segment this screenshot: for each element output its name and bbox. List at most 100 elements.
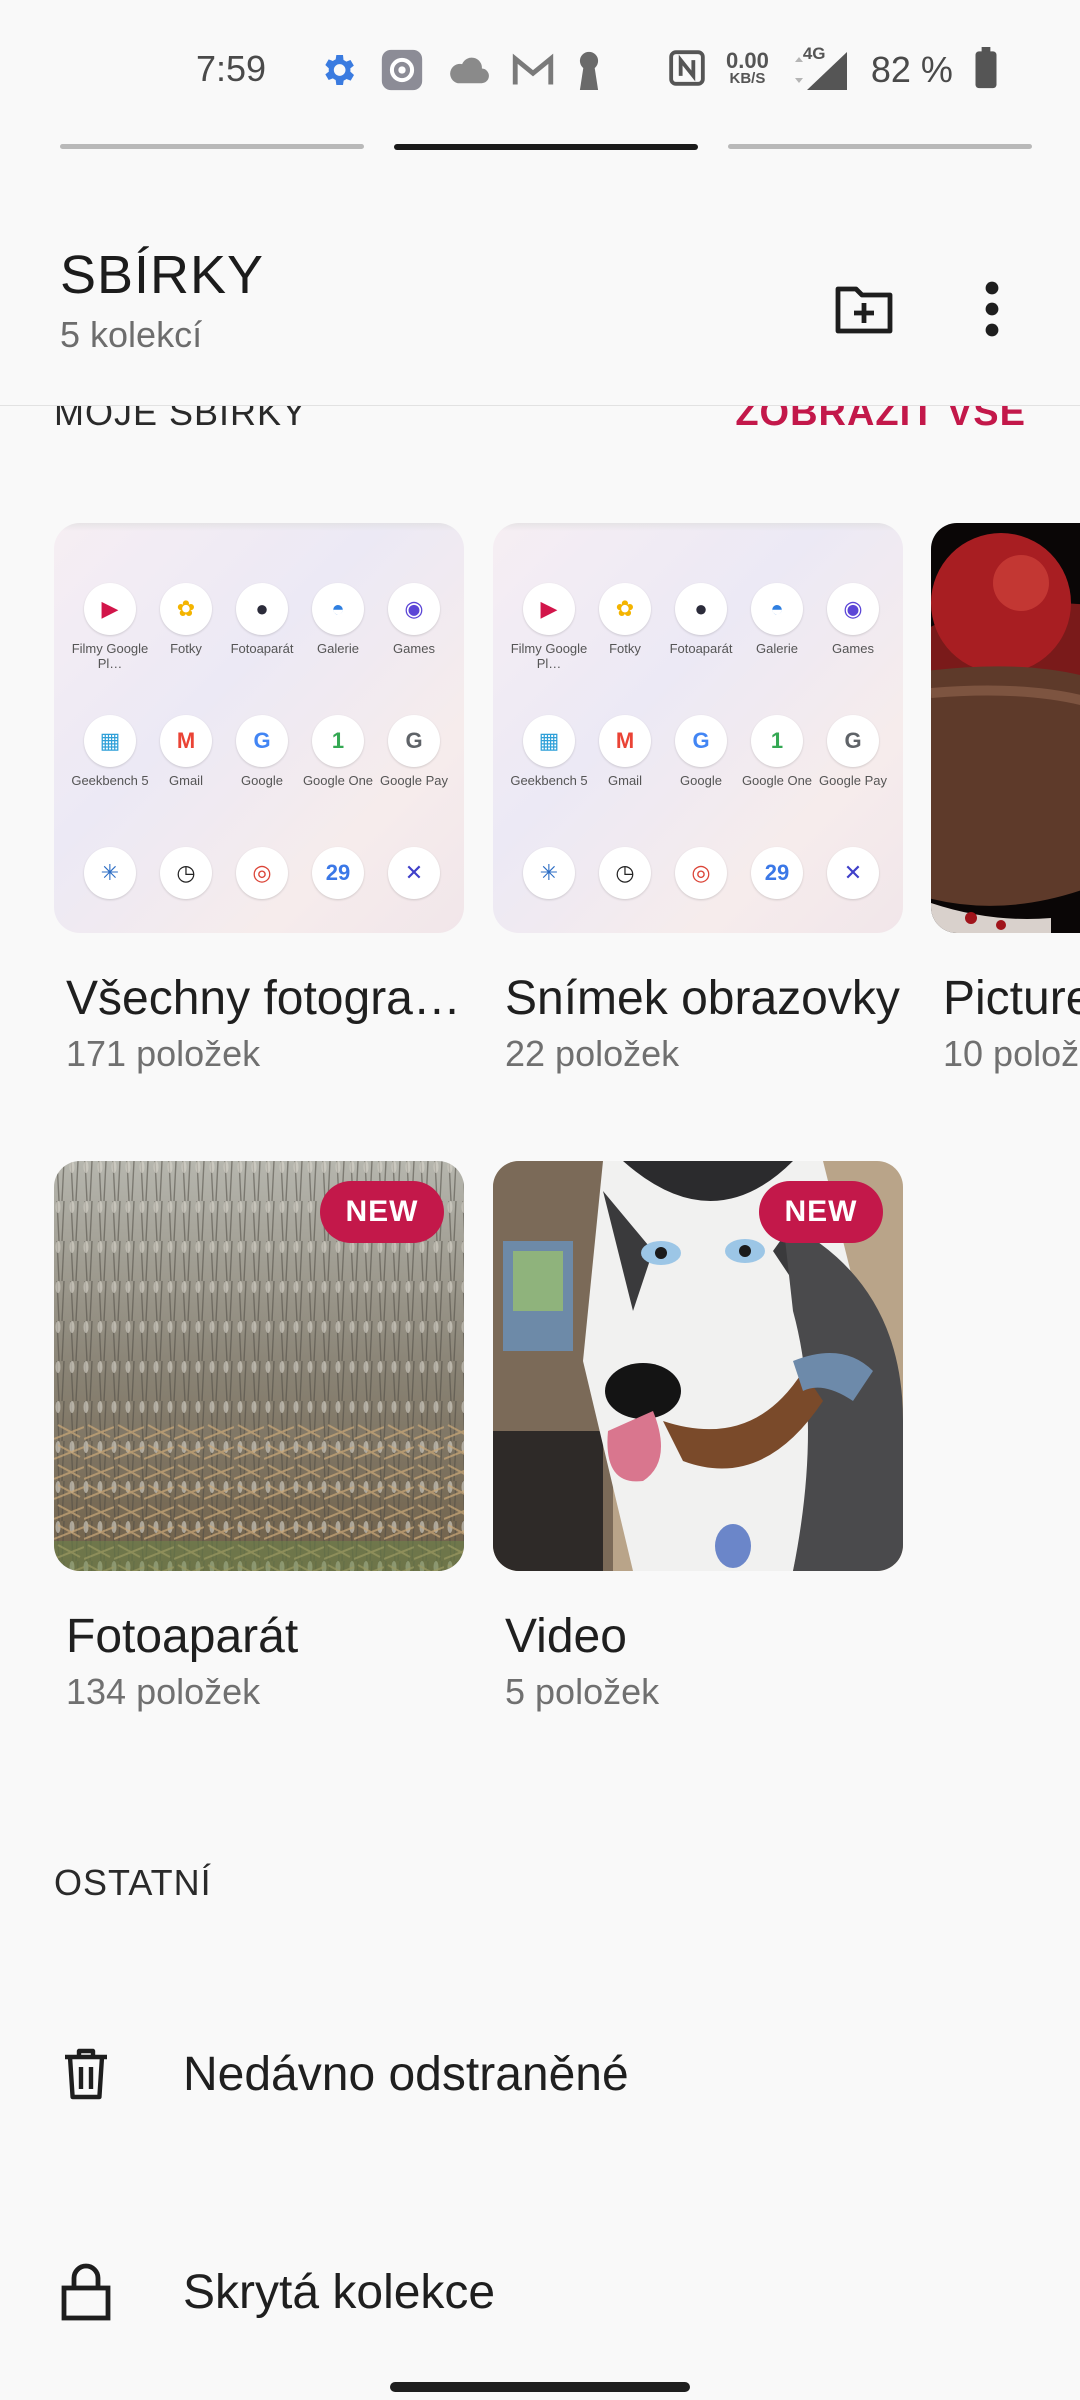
net-speed: 0.00 KB/S (726, 48, 769, 88)
new-folder-button[interactable] (830, 274, 900, 344)
thumbnail-app-icon: ● (236, 583, 288, 635)
thumbnail-app: ▦ Geekbench 5 (510, 715, 588, 803)
thumbnail-app-icon: ◎ (236, 847, 288, 899)
album-name: Snímek obrazovky (505, 972, 900, 1025)
thumbnail-app-label: Google Pay (819, 773, 887, 788)
thumbnail-app-label: Google One (302, 773, 374, 788)
thumbnail-app-label (661, 905, 741, 933)
thumbnail-app-label (509, 905, 589, 933)
trash-icon (56, 2044, 116, 2104)
net-speed-value: 0.00 (726, 48, 769, 73)
thumbnail-app-icon: 29 (312, 847, 364, 899)
new-badge: NEW (759, 1181, 883, 1243)
nfc-icon (668, 49, 706, 92)
thumbnail-app-icon: G (388, 715, 440, 767)
thumbnail-app: G Google (224, 715, 300, 803)
thumbnail-app-icon: ◷ (160, 847, 212, 899)
thumbnail-app-label: Google Pay (380, 773, 448, 788)
album-pictures[interactable]: Picture 10 polož (931, 523, 1080, 1083)
thumbnail-app-icon: G (675, 715, 727, 767)
thumbnail-app-grid: ▶ Filmy Google Pl… ✿ Fotky ● Fotoaparát ◓ Galer… (71, 583, 456, 933)
page-indicator-2[interactable] (394, 144, 698, 150)
album-thumbnail: NEW (493, 1161, 903, 1571)
album-name: Video (505, 1610, 627, 1663)
thumbnail-app-label: Fotoaparát (230, 641, 294, 656)
new-badge: NEW (320, 1181, 444, 1243)
album-thumbnail: ▶ Filmy Google Pl… ✿ Fotky ● Fotoaparát ◓ Galer… (54, 523, 464, 933)
signal-icon: 4G (789, 44, 851, 92)
lock-icon (56, 2262, 116, 2322)
navigation-handle[interactable] (390, 2382, 690, 2392)
thumbnail-app: ● Fotoaparát (224, 583, 300, 671)
thumbnail-app-icon: ✕ (827, 847, 879, 899)
thumbnail-app-icon: ◷ (599, 847, 651, 899)
thumbnail-app: ● Fotoaparát (663, 583, 739, 671)
status-bar: 7:59 0.00 KB/S 4G 82 % (0, 0, 1080, 130)
network-type: 4G (802, 44, 826, 63)
thumbnail-app-icon: ▦ (84, 715, 136, 767)
recently-deleted-item[interactable]: Nedávno odstraněné (0, 2014, 1080, 2134)
thumbnail-app-icon: 29 (751, 847, 803, 899)
collections-header: SBÍRKY 5 kolekcí (0, 230, 1080, 406)
thumbnail-app: ◓ Galerie (739, 583, 815, 671)
album-count: 134 položek (66, 1671, 261, 1712)
thumbnail-app-label (737, 905, 817, 933)
thumbnail-app-label: Fotky (609, 641, 641, 656)
page-indicator-3[interactable] (728, 144, 1032, 149)
thumbnail-app: 29 (300, 847, 376, 933)
thumbnail-app: ✿ Fotky (148, 583, 224, 671)
battery-icon (973, 46, 999, 94)
hidden-collection-item[interactable]: Skrytá kolekce (0, 2232, 1080, 2352)
thumbnail-app-icon: ✿ (599, 583, 651, 635)
thumbnail-app-label: Gmail (169, 773, 203, 788)
thumbnail-app-label: Google (680, 773, 722, 788)
album-name: Picture (943, 972, 1080, 1025)
thumbnail-app-label: Galerie (317, 641, 359, 656)
notification-icons (318, 48, 602, 92)
thumbnail-app: G Google Pay (376, 715, 452, 803)
thumbnail-app-icon: ● (675, 583, 727, 635)
album-camera[interactable]: NEW Fotoaparát 134 položek (54, 1161, 464, 1712)
thumbnail-app-icon: ◓ (751, 583, 803, 635)
thumbnail-app-label (298, 905, 378, 933)
thumbnail-app: 1 Google One (300, 715, 376, 803)
album-screenshots[interactable]: ▶ Filmy Google Pl… ✿ Fotky ● Fotoaparát ◓ Galer… (493, 523, 903, 1074)
album-all-photos[interactable]: ▶ Filmy Google Pl… ✿ Fotky ● Fotoaparát ◓ Galer… (54, 523, 464, 1074)
thumbnail-app: ◓ Galerie (300, 583, 376, 671)
thumbnail-app-label (146, 905, 226, 933)
thumbnail-app: G Google (663, 715, 739, 803)
thumbnail-app-label (222, 905, 302, 933)
thumbnail-app-icon: ✳ (84, 847, 136, 899)
thumbnail-app-label (585, 905, 665, 933)
thumbnail-app-label: Google (241, 773, 283, 788)
thumbnail-app: M Gmail (587, 715, 663, 803)
thumbnail-app-icon: ▶ (84, 583, 136, 635)
thumbnail-app-icon: G (236, 715, 288, 767)
thumbnail-app-label: Gmail (608, 773, 642, 788)
thumbnail-app: ◎ (224, 847, 300, 933)
page-title: SBÍRKY (60, 245, 265, 305)
settings-gear-icon (318, 50, 358, 90)
thumbnail-app-label: Google One (741, 773, 813, 788)
status-time: 7:59 (196, 48, 267, 89)
thumbnail-app-label: Geekbench 5 (71, 773, 149, 788)
list-item-label: Nedávno odstraněné (183, 2047, 629, 2101)
thumbnail-app: 29 (739, 847, 815, 933)
album-count: 10 polož (943, 1033, 1080, 1074)
thumbnail-app-icon: ✳ (523, 847, 575, 899)
thumbnail-app-label: Fotoaparát (669, 641, 733, 656)
album-thumbnail (931, 523, 1080, 933)
thumbnail-app-label: Filmy Google Pl… (71, 641, 149, 671)
album-count: 22 položek (505, 1033, 680, 1074)
more-options-button[interactable] (962, 274, 1022, 344)
thumbnail-app: ▦ Geekbench 5 (71, 715, 149, 803)
album-name: Fotoaparát (66, 1610, 299, 1663)
page-indicator-1[interactable] (60, 144, 364, 149)
thumbnail-app: ◉ Games (376, 583, 452, 671)
thumbnail-app: 1 Google One (739, 715, 815, 803)
album-video[interactable]: NEW Video 5 položek (493, 1161, 903, 1712)
thumbnail-app-icon: ◎ (675, 847, 727, 899)
thumbnail-app-icon: ◉ (827, 583, 879, 635)
thumbnail-app-label: Geekbench 5 (510, 773, 588, 788)
thumbnail-app-icon: ✿ (160, 583, 212, 635)
